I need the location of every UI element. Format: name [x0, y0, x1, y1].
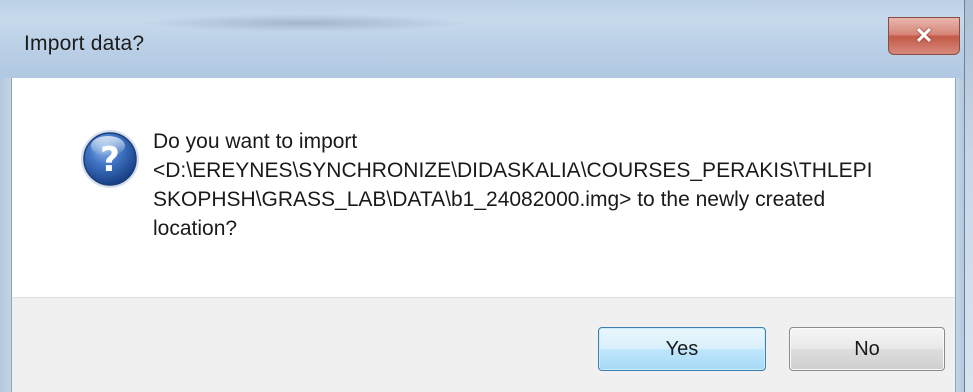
import-data-dialog: Import data? ✕ ? Do you want to import <…: [0, 0, 965, 392]
no-button[interactable]: No: [789, 327, 945, 371]
svg-text:?: ?: [100, 140, 120, 180]
dialog-content: ? Do you want to import <D:\EREYNES\SYNC…: [11, 78, 956, 392]
screen: Import data? ✕ ? Do you want to import <…: [0, 0, 973, 392]
title-bar[interactable]: Import data? ✕: [0, 0, 964, 78]
yes-button[interactable]: Yes: [598, 327, 766, 371]
button-bar: Yes No: [12, 297, 955, 392]
close-button[interactable]: ✕: [888, 17, 960, 55]
close-icon: ✕: [914, 23, 934, 48]
message-line: location?: [153, 217, 238, 240]
dialog-title: Import data?: [24, 32, 145, 55]
message-line: SKOPHSH\GRASS_LAB\DATA\b1_24082000.img> …: [153, 188, 826, 211]
dialog-message: Do you want to import <D:\EREYNES\SYNCHR…: [153, 127, 943, 243]
question-icon: ?: [78, 127, 142, 191]
message-line: <D:\EREYNES\SYNCHRONIZE\DIDASKALIA\COURS…: [153, 159, 873, 182]
message-line: Do you want to import: [153, 130, 358, 153]
left-window-frame: [0, 78, 11, 392]
right-window-frame: [956, 78, 964, 392]
